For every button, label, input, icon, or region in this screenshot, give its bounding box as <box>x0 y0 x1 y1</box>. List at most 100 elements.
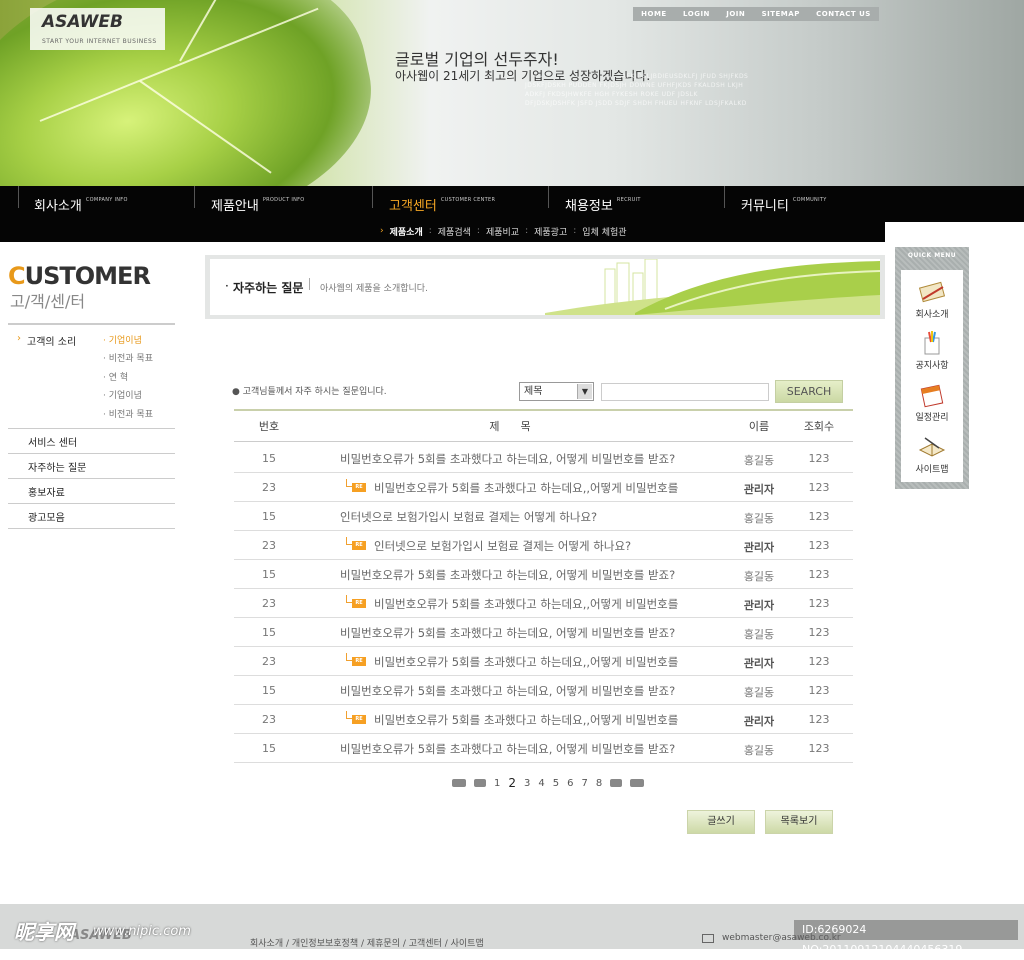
search-button[interactable]: SEARCH <box>775 380 843 403</box>
top-link-sitemap[interactable]: SITEMAP <box>762 10 800 18</box>
table-row[interactable]: 23 RE 비밀번호오류가 5회를 초과했다고 하는데요,,어떻게 비밀번호를 관리자… <box>234 647 853 676</box>
cell-views: 123 <box>808 742 830 755</box>
logo[interactable]: ASAWEB <box>42 12 123 32</box>
table-row[interactable]: 23 RE 인터넷으로 보험가입시 보험료 결제는 어떻게 하나요? 관리자 123 <box>234 531 853 560</box>
cell-title[interactable]: 비밀번호오류가 5회를 초과했다고 하는데요,,어떻게 비밀번호를 <box>374 480 678 496</box>
subnav-item-ad[interactable]: 제품광고 <box>534 225 567 238</box>
page-link[interactable]: 1 <box>494 778 500 789</box>
cell-title[interactable]: 비밀번호오류가 5회를 초과했다고 하는데요, 어떻게 비밀번호를 받죠? <box>340 741 675 757</box>
left-submenu-item[interactable]: · 기업이념 <box>103 333 142 346</box>
left-submenu-item[interactable]: · 비전과 목표 <box>103 407 153 420</box>
quick-item-company[interactable]: 회사소개 <box>901 279 963 320</box>
subnav-item-intro[interactable]: 제품소개 <box>390 225 423 238</box>
cell-views: 123 <box>808 626 830 639</box>
table-header-rule <box>234 441 853 442</box>
nav-product[interactable]: 제품안내 PRODUCT INFO <box>211 186 305 222</box>
page-link[interactable]: 8 <box>596 778 602 789</box>
cell-title[interactable]: 비밀번호오류가 5회를 초과했다고 하는데요,,어떻게 비밀번호를 <box>374 596 678 612</box>
table-row[interactable]: 23 RE 비밀번호오류가 5회를 초과했다고 하는데요,,어떻게 비밀번호를 관리자… <box>234 589 853 618</box>
nav-company[interactable]: 회사소개 COMPANY INFO <box>34 186 128 222</box>
search-select-value: 제목 <box>524 386 543 397</box>
quick-menu-title: QUICK MENU <box>907 252 957 259</box>
cell-title[interactable]: 비밀번호오류가 5회를 초과했다고 하는데요, 어떻게 비밀번호를 받죠? <box>340 683 675 699</box>
cell-author: 관리자 <box>743 599 775 612</box>
subnav-item-search[interactable]: 제품검색 <box>438 225 471 238</box>
cell-views: 123 <box>808 655 830 668</box>
cell-title[interactable]: 인터넷으로 보험가입시 보험료 결제는 어떻게 하나요? <box>374 538 631 554</box>
cell-number: 23 <box>262 539 276 552</box>
book-icon <box>917 434 947 460</box>
cell-author: 관리자 <box>743 657 775 670</box>
last-page-icon[interactable] <box>630 779 645 787</box>
left-menu-row[interactable]: 광고모음 <box>8 503 175 529</box>
chevron-right-icon: › <box>17 333 21 344</box>
table-row[interactable]: 23 RE 비밀번호오류가 5회를 초과했다고 하는데요,,어떻게 비밀번호를 관리자… <box>234 705 853 734</box>
quick-item-notice[interactable]: 공지사항 <box>901 330 963 371</box>
page-link[interactable]: 4 <box>538 778 544 789</box>
quick-item-label: 회사소개 <box>915 310 949 320</box>
subnav-item-3d[interactable]: 입체 체험관 <box>582 225 626 238</box>
nav-community[interactable]: 커뮤니티 COMMUNITY <box>741 186 827 222</box>
table-row[interactable]: 15 비밀번호오류가 5회를 초과했다고 하는데요, 어떻게 비밀번호를 받죠? 홍… <box>234 734 853 763</box>
prev-page-icon[interactable] <box>474 779 486 787</box>
top-link-login[interactable]: LOGIN <box>683 10 710 18</box>
nav-recruit[interactable]: 채용정보 RECRUIT <box>565 186 641 222</box>
table-row[interactable]: 15 인터넷으로 보험가입시 보험료 결제는 어떻게 하나요? 홍길동 123 <box>234 502 853 531</box>
cell-title[interactable]: 비밀번호오류가 5회를 초과했다고 하는데요, 어떻게 비밀번호를 받죠? <box>340 625 675 641</box>
table-row[interactable]: 15 비밀번호오류가 5회를 초과했다고 하는데요, 어떻게 비밀번호를 받죠? 홍… <box>234 560 853 589</box>
table-row[interactable]: 15 비밀번호오류가 5회를 초과했다고 하는데요, 어떻게 비밀번호를 받죠? 홍… <box>234 618 853 647</box>
left-submenu-item[interactable]: · 비전과 목표 <box>103 351 153 364</box>
top-link-join[interactable]: JOIN <box>726 10 745 18</box>
cell-title[interactable]: 비밀번호오류가 5회를 초과했다고 하는데요,,어떻게 비밀번호를 <box>374 654 678 670</box>
cell-number: 15 <box>262 568 276 581</box>
search-field-select[interactable]: 제목 ▼ <box>519 382 594 401</box>
left-menu-row[interactable]: 홍보자료 <box>8 478 175 503</box>
list-button[interactable]: 목록보기 <box>765 810 833 834</box>
cell-number: 23 <box>262 713 276 726</box>
search-input[interactable] <box>601 383 769 401</box>
cell-title[interactable]: 비밀번호오류가 5회를 초과했다고 하는데요, 어떻게 비밀번호를 받죠? <box>340 567 675 583</box>
cell-number: 15 <box>262 742 276 755</box>
table-row[interactable]: 15 비밀번호오류가 5회를 초과했다고 하는데요, 어떻게 비밀번호를 받죠? 홍… <box>234 444 853 473</box>
nav-sublabel: CUSTOMER CENTER <box>440 197 496 203</box>
cell-author: 관리자 <box>743 715 775 728</box>
nav-customer[interactable]: 고객센터 CUSTOMER CENTER <box>389 186 495 222</box>
page-link-current[interactable]: 2 <box>508 776 516 790</box>
page-link[interactable]: 3 <box>524 778 530 789</box>
chevron-down-icon: ▼ <box>577 384 592 399</box>
nav-divider <box>18 186 19 208</box>
cell-author: 홍길동 <box>743 686 775 699</box>
reply-icon: RE <box>346 711 366 724</box>
quick-item-schedule[interactable]: 일정관리 <box>901 382 963 423</box>
footer-links[interactable]: 회사소개 / 개인정보보호정책 / 제휴문의 / 고객센터 / 사이트맵 <box>250 936 484 949</box>
left-menu-row[interactable]: 자주하는 질문 <box>8 453 175 478</box>
write-button[interactable]: 글쓰기 <box>687 810 755 834</box>
left-menu-voice[interactable]: 고객의 소리 <box>27 333 76 348</box>
quick-item-sitemap[interactable]: 사이트맵 <box>901 434 963 475</box>
nav-sublabel: PRODUCT INFO <box>262 197 305 203</box>
left-submenu-item[interactable]: · 기업이념 <box>103 388 142 401</box>
cell-author: 관리자 <box>743 483 775 496</box>
page-link[interactable]: 5 <box>553 778 559 789</box>
calendar-icon <box>917 382 947 408</box>
cell-number: 15 <box>262 684 276 697</box>
page-link[interactable]: 6 <box>567 778 573 789</box>
page-link[interactable]: 7 <box>582 778 588 789</box>
subnav-separator: : <box>476 226 480 236</box>
cell-title[interactable]: 비밀번호오류가 5회를 초과했다고 하는데요, 어떻게 비밀번호를 받죠? <box>340 451 675 467</box>
nav-label: 고객센터 <box>389 198 437 214</box>
nav-divider <box>548 186 549 208</box>
left-submenu-label: 기업이념 <box>108 391 142 401</box>
first-page-icon[interactable] <box>452 779 466 787</box>
subnav-item-compare[interactable]: 제품비교 <box>486 225 519 238</box>
table-row[interactable]: 23 RE 비밀번호오류가 5회를 초과했다고 하는데요,,어떻게 비밀번호를 관리자… <box>234 473 853 502</box>
cell-title[interactable]: 비밀번호오류가 5회를 초과했다고 하는데요,,어떻게 비밀번호를 <box>374 712 678 728</box>
top-link-home[interactable]: HOME <box>641 10 667 18</box>
left-menu-row[interactable]: 서비스 센터 <box>8 428 175 453</box>
next-page-icon[interactable] <box>610 779 623 787</box>
left-submenu-item[interactable]: · 연 혁 <box>103 370 128 383</box>
subnav-separator: : <box>525 226 529 236</box>
cell-title[interactable]: 인터넷으로 보험가입시 보험료 결제는 어떻게 하나요? <box>340 509 597 525</box>
top-link-contact[interactable]: CONTACT US <box>816 10 871 18</box>
table-row[interactable]: 15 비밀번호오류가 5회를 초과했다고 하는데요, 어떻게 비밀번호를 받죠? 홍… <box>234 676 853 705</box>
